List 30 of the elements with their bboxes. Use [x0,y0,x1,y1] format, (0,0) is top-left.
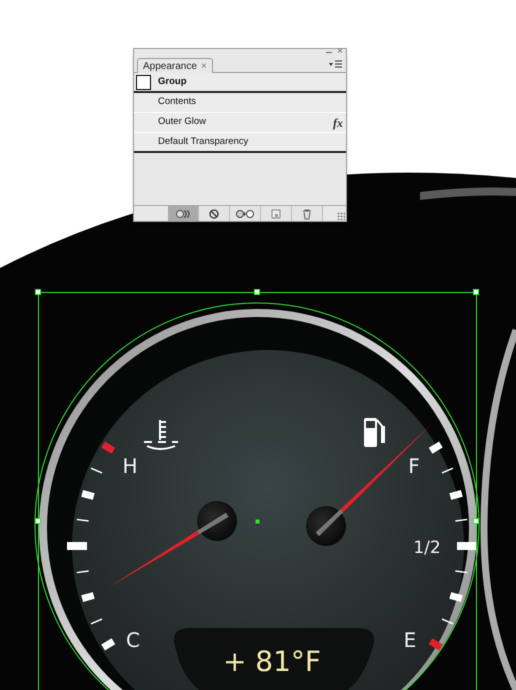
appearance-row[interactable]: Outer Glow fx [134,113,346,133]
tab-close-icon[interactable]: × [200,58,207,74]
row-label: Group [158,74,186,89]
gauge-label: E [404,628,416,652]
panel-button[interactable] [230,206,261,221]
panel-tab[interactable]: Appearance × [137,58,213,73]
row-label: Outer Glow [158,115,206,130]
gauge-label: H [122,454,138,478]
gauge-label: F [408,454,420,478]
panel-menu-icon[interactable] [329,60,343,69]
row-label: Contents [158,95,196,110]
gauge-label: 1/2 [413,538,441,558]
panel-button[interactable] [292,206,323,221]
appearance-row[interactable]: Default Transparency [134,133,346,153]
gauge-label: C [126,628,140,652]
row-label: Default Transparency [158,134,248,149]
panel-button[interactable] [168,206,199,221]
appearance-row[interactable]: Group [134,73,346,93]
thermometer-icon [143,419,179,450]
tab-label: Appearance [143,60,197,74]
circle-arrow-icon [235,208,255,220]
temperature-readout: + 81°F [222,645,322,678]
resize-grip-icon[interactable] [337,212,345,220]
panel-button[interactable] [199,206,230,221]
center-point [256,520,260,524]
close-icon[interactable]: × [337,47,343,57]
swatch-icon [136,74,151,90]
effect-badge[interactable]: fx [333,114,343,132]
fuel-pump-icon [364,418,385,447]
appearance-row[interactable]: Contents [134,93,346,113]
